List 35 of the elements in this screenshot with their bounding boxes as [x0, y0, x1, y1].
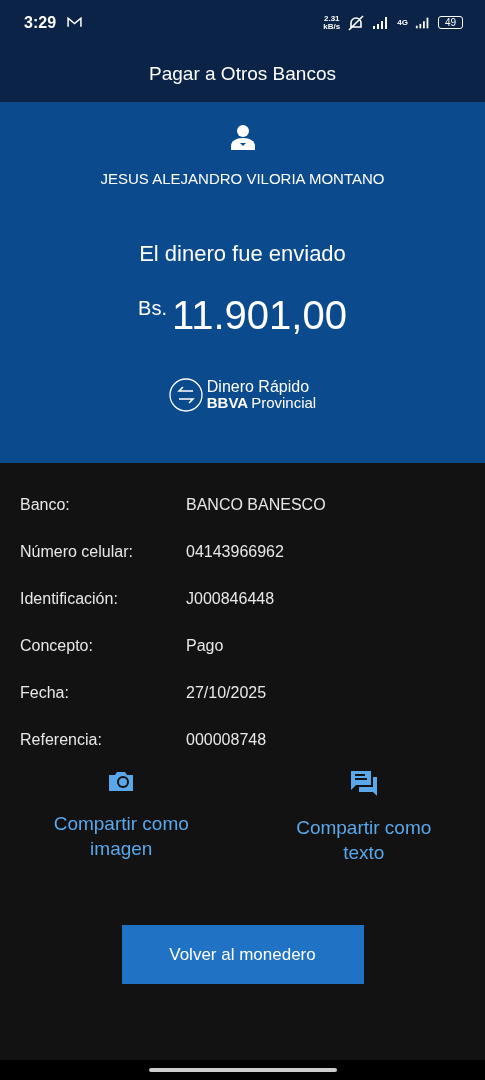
share-button[interactable]: Compartir como texto — [242, 769, 485, 865]
detail-value: 000008748 — [186, 730, 267, 749]
detail-label: Número celular: — [20, 542, 134, 561]
currency-symbol: Bs. — [138, 297, 167, 320]
camera-icon — [107, 769, 136, 793]
mail-icon — [67, 17, 83, 28]
transfer-arrows-icon — [168, 378, 203, 412]
screen-title: Pagar a Otros Bancos — [149, 62, 336, 85]
detail-value: Pago — [186, 636, 224, 655]
amount: 11.901,00 — [171, 293, 347, 338]
recipient-name: JESUS ALEJANDRO VILORIA MONTANO — [100, 170, 385, 187]
brand-bank-name: Provincial — [251, 395, 317, 411]
brand-bank: BBVA — [206, 395, 249, 411]
detail-label: Concepto: — [20, 636, 94, 655]
success-message: El dinero fue enviado — [139, 241, 346, 267]
network-speed: 2.31 kB/s — [323, 14, 341, 31]
detail-label: Fecha: — [20, 683, 70, 702]
network-type: 4G — [397, 18, 408, 27]
detail-label: Referencia: — [20, 730, 103, 749]
person-icon — [230, 124, 255, 150]
status-time: 3:29 — [24, 13, 57, 32]
signal-icon — [414, 16, 431, 29]
detail-value: J000846448 — [186, 589, 275, 608]
detail-value: 04143966962 — [186, 542, 284, 561]
detail-label: Banco: — [20, 495, 71, 514]
brand-name: Dinero Rápido — [206, 379, 311, 395]
detail-label: Identificación: — [20, 589, 119, 608]
detail-value: 27/10/2025 — [186, 683, 267, 702]
home-handle[interactable] — [148, 1068, 337, 1072]
detail-value: BANCO BANESCO — [186, 495, 326, 514]
share-button[interactable]: Compartir como imagen — [0, 769, 243, 865]
back-to-wallet-button[interactable]: Volver al monedero — [121, 925, 364, 984]
battery-level: 49 — [437, 16, 463, 29]
chat-icon — [348, 769, 379, 797]
muted-alarm-icon — [347, 14, 366, 31]
